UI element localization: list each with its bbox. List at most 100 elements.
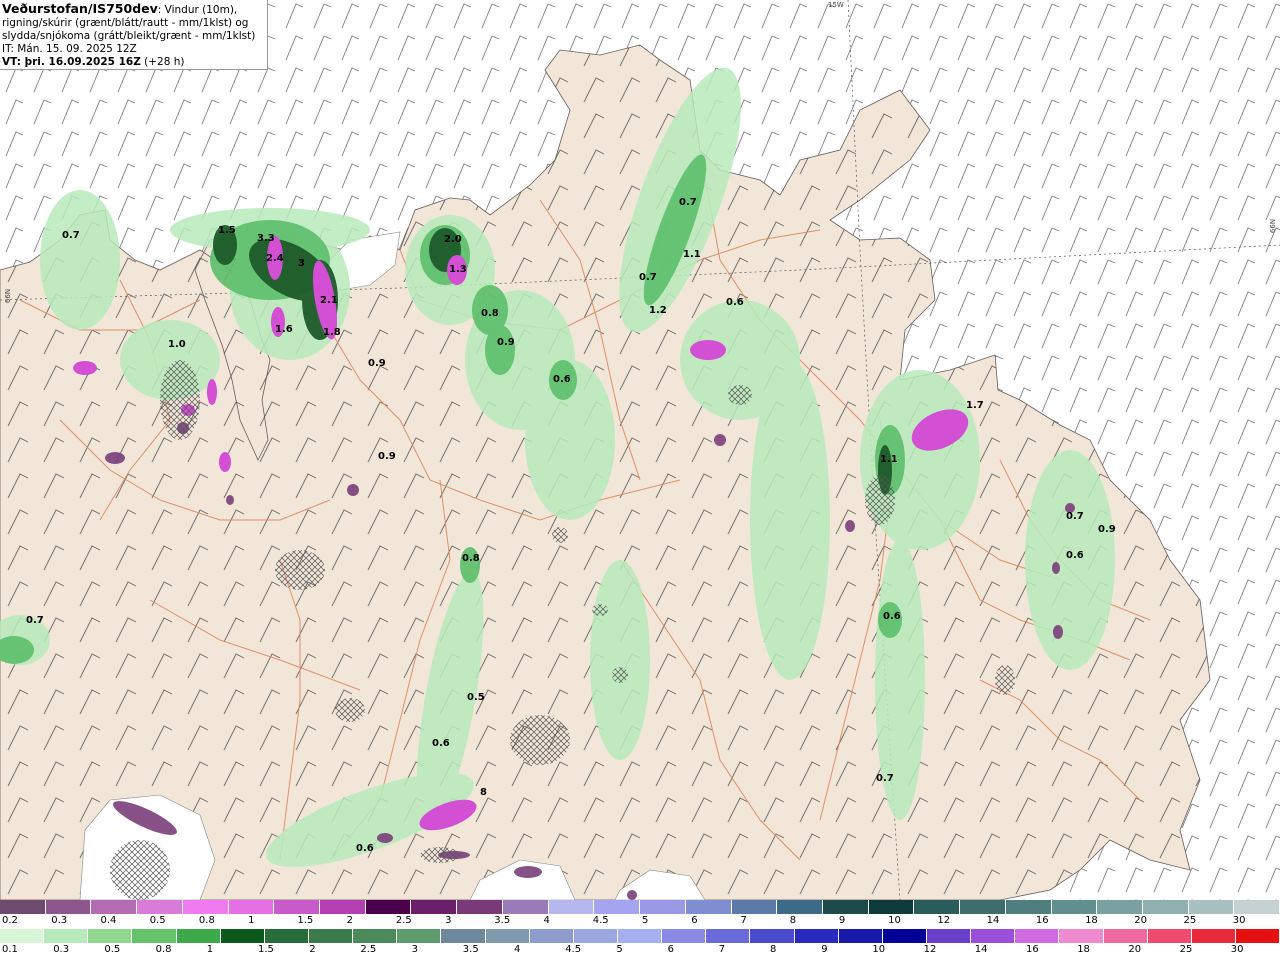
precip-value-label: 1.2: [649, 305, 667, 316]
snow-scale-tick-label: 0.3: [51, 915, 68, 926]
map-title-box: Veðurstofan/IS750dev: Vindur (10m), rign…: [0, 0, 268, 70]
rain-scale-tick-label: 10: [872, 944, 886, 955]
rain-scale-swatch: [353, 929, 398, 943]
snow-scale-swatch: [228, 900, 275, 914]
rain-scale-swatch: [926, 929, 972, 943]
rain-scale-swatch: [132, 929, 177, 943]
rain-scale-swatch: [308, 929, 354, 943]
snow-scale-tick-label: 5: [642, 915, 649, 926]
snow-scale-tick-label: 9: [838, 915, 846, 926]
snow-scale-tick-label: 4: [543, 915, 550, 926]
rain-scale-swatch: [1147, 929, 1192, 943]
snow-scale-tick-label: 12: [937, 915, 951, 926]
snow-scale-swatch: [45, 900, 92, 914]
snow-color-scale: [0, 900, 1280, 914]
precip-value-label: 0.9: [378, 451, 396, 462]
rain-scale-swatch: [1191, 929, 1236, 943]
precip-value-label: 0.9: [1098, 524, 1116, 535]
snow-scale-swatch: [640, 900, 686, 914]
snow-scale-swatch: [914, 900, 961, 914]
precip-value-label: 0.8: [462, 553, 480, 564]
lat-label-left: 66N: [4, 288, 13, 304]
map-title-rain: rigning/skúrir (grænt/blátt/rautt - mm/1…: [2, 17, 249, 29]
snow-scale-tick-label: 2.5: [395, 915, 412, 926]
precip-value-label: 0.6: [883, 611, 901, 622]
rain-scale-swatch: [573, 929, 618, 943]
rain-scale-swatch: [0, 929, 45, 943]
snow-scale-swatch: [320, 900, 366, 914]
precip-value-label: 0.7: [679, 197, 697, 208]
snow-scale-tick-label: 3: [445, 915, 452, 926]
snow-scale-tick-label: 14: [986, 915, 1000, 926]
rain-scale-tick-label: 0.8: [155, 944, 172, 955]
snow-scale-tick-label: 20: [1134, 915, 1148, 926]
snow-scale-tick-label: 18: [1085, 915, 1098, 926]
rain-scale-tick-label: 6: [667, 944, 674, 955]
rain-scale-tick-label: 0.5: [104, 944, 121, 955]
map-title-snow: slydda/snjókoma (grátt/bleikt/grænt - mm…: [2, 30, 256, 42]
rain-scale-tick-label: 4.5: [565, 944, 582, 955]
rain-scale-swatch: [397, 929, 442, 943]
precip-value-label: 0.6: [432, 738, 450, 749]
rain-scale-swatch: [44, 929, 89, 943]
snow-scale-swatch: [502, 900, 549, 914]
rain-scale-swatch: [264, 929, 309, 943]
precip-value-label: 1.1: [683, 249, 701, 260]
rain-scale-tick-label: 5: [616, 944, 623, 955]
lon-label: 15W: [828, 1, 844, 9]
precip-value-label: 1.7: [966, 400, 984, 411]
precip-value-label: 3: [298, 258, 305, 269]
rain-scale-swatch: [750, 929, 795, 943]
precip-value-label: 0.6: [1066, 550, 1084, 561]
rain-scale-tick-label: 2: [309, 944, 316, 955]
rain-scale-tick-label: 1: [206, 944, 214, 955]
snow-scale-tick-label: 16: [1035, 915, 1049, 926]
snow-scale-swatch: [1005, 900, 1052, 914]
snow-scale-tick-label: 0.8: [198, 915, 215, 926]
rain-scale-tick-label: 9: [821, 944, 828, 955]
snow-scale-tick-label: 6: [691, 915, 698, 926]
snow-scale-swatch: [365, 900, 412, 914]
snow-scale-tick-label: 10: [888, 915, 901, 926]
rain-scale-tick-label: 2.5: [360, 944, 377, 955]
rain-scale-swatch: [176, 929, 221, 943]
precip-value-label: 0.7: [62, 230, 80, 241]
lead-time: (+28 h): [140, 56, 185, 68]
rain-scale-tick-label: 14: [974, 944, 988, 955]
precip-value-label: 1.1: [880, 454, 898, 465]
snow-scale-swatch: [91, 900, 138, 914]
precip-value-label: 0.7: [876, 773, 894, 784]
snow-scale-swatch: [1188, 900, 1235, 914]
precip-value-label: 2.1: [320, 295, 338, 306]
snow-scale-tick-label: 2: [346, 915, 353, 926]
rain-scale-tick-label: 4: [514, 944, 521, 955]
snow-scale-tick-label: 0.4: [100, 915, 117, 926]
rain-scale-tick-label: 16: [1026, 944, 1039, 955]
rain-scale-tick-label: 1.5: [258, 944, 274, 955]
snow-scale-tick-label: 1.5: [297, 915, 314, 926]
precip-value-label: 0.7: [26, 615, 44, 626]
precip-value-label: 8: [480, 787, 487, 798]
rain-scale-swatch: [1103, 929, 1148, 943]
snow-scale-swatch: [777, 900, 823, 914]
precip-value-label: 0.9: [497, 337, 515, 348]
snow-scale-swatch: [685, 900, 732, 914]
rain-scale-swatch: [662, 929, 707, 943]
precip-value-label: 3.3: [257, 233, 275, 244]
snow-scale-tick-label: 1: [248, 915, 255, 926]
forecast-map: [0, 0, 1280, 900]
rain-scale-tick-label: 20: [1128, 944, 1142, 955]
rain-scale-swatch: [485, 929, 530, 943]
precip-value-label: 2.0: [444, 234, 462, 245]
rain-scale-tick-label: 8: [770, 944, 777, 955]
snow-scale-swatch: [1234, 900, 1280, 914]
snow-scale-tick-label: 3.5: [494, 915, 511, 926]
snow-scale-swatch: [457, 900, 503, 914]
rain-scale-swatch: [1059, 929, 1104, 943]
rain-scale-swatch: [971, 929, 1016, 943]
precip-value-label: 1.0: [168, 339, 186, 350]
rain-scale-swatch: [1015, 929, 1060, 943]
map-source-title: Veðurstofan/IS750dev: [2, 1, 158, 16]
rain-scale-tick-label: 3.5: [462, 944, 479, 955]
snow-scale-swatch: [548, 900, 595, 914]
